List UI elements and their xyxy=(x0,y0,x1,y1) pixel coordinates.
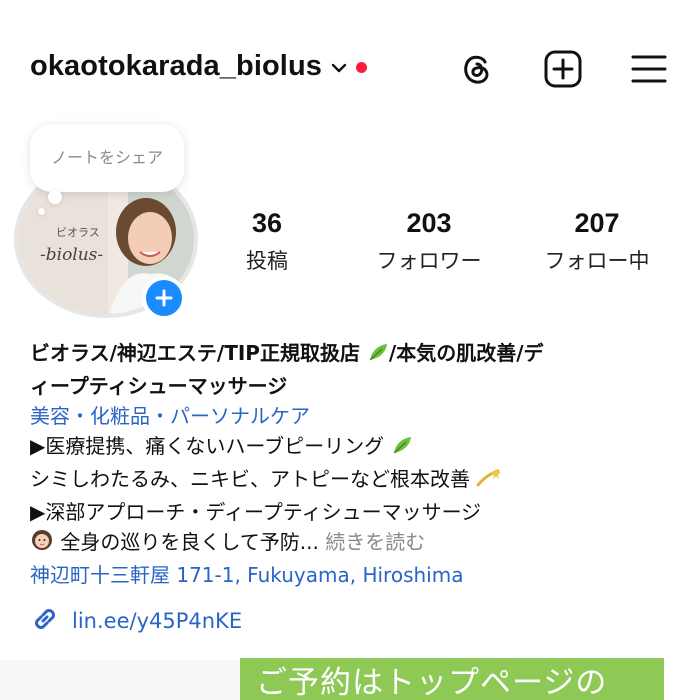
bottom-strip xyxy=(0,660,240,700)
note-bubble-tail-small xyxy=(38,208,45,215)
plus-icon xyxy=(155,289,173,307)
profile-name-line-2: ィープティシューマッサージ xyxy=(30,374,288,398)
category-label: 美容・化粧品・パーソナルケア xyxy=(30,404,310,428)
bio-line-1: ▶医療提携、痛くないハーブピーリング xyxy=(30,431,680,464)
website-link[interactable]: lin.ee/y45P4nKE xyxy=(30,604,242,638)
bio-line-4-text: 全身の巡りを良くして予防... xyxy=(60,530,319,554)
bio-line-4: 全身の巡りを良くして予防... 続きを読む xyxy=(30,527,680,560)
profile-screen: okaotokarada_biolus ビオラス -biolus- ノートをシェ… xyxy=(0,0,700,700)
profile-header: okaotokarada_biolus xyxy=(0,38,700,104)
read-more-link[interactable]: 続きを読む xyxy=(325,530,425,554)
bio-line-2: シミしわたるみ、ニキビ、アトピーなど根本改善 xyxy=(30,464,680,497)
chevron-down-icon xyxy=(331,59,347,78)
herb-icon xyxy=(391,434,413,464)
note-bubble[interactable]: ノートをシェア xyxy=(30,124,184,192)
link-icon xyxy=(30,604,60,638)
woman-emoji-icon xyxy=(30,528,54,560)
create-icon[interactable] xyxy=(540,46,586,92)
menu-icon[interactable] xyxy=(626,46,672,92)
followers-label: フォロワー xyxy=(376,249,482,273)
following-value: 207 xyxy=(574,208,620,238)
profile-name-part-1: ビオラス/神辺エステ/TIP正規取扱店 xyxy=(30,341,360,365)
banner-text: ご予約はトップページの xyxy=(256,664,608,700)
note-text: ノートをシェア xyxy=(50,148,163,167)
threads-icon[interactable] xyxy=(454,46,500,92)
username: okaotokarada_biolus xyxy=(30,50,322,82)
followers-value: 203 xyxy=(406,208,452,238)
website-url: lin.ee/y45P4nKE xyxy=(72,609,243,633)
herb-icon xyxy=(367,341,389,371)
sign-text-2: -biolus- xyxy=(40,245,103,265)
notification-dot xyxy=(356,62,367,73)
bio-line-3: ▶深部アプローチ・ディープティシューマッサージ xyxy=(30,500,482,524)
following-label: フォロー中 xyxy=(544,249,650,273)
sign-text-1: ビオラス xyxy=(56,226,100,239)
highlight-banner[interactable]: ご予約はトップページの xyxy=(240,658,664,700)
bio: ビオラス/神辺エステ/TIP正規取扱店 /本気の肌改善/デ ィープティシューマッ… xyxy=(30,338,680,590)
address-link[interactable]: 神辺町十三軒屋 171-1, Fukuyama, Hiroshima xyxy=(30,560,680,590)
profile-name-line-1: ビオラス/神辺エステ/TIP正規取扱店 /本気の肌改善/デ xyxy=(30,338,680,371)
bio-line-1-text: ▶医療提携、痛くないハーブピーリング xyxy=(30,434,385,458)
profile-name-part-2: /本気の肌改善/デ xyxy=(388,341,544,365)
dizzy-star-icon xyxy=(476,467,502,497)
account-switcher[interactable]: okaotokarada_biolus xyxy=(30,50,367,83)
following-count[interactable]: 207 フォロー中 xyxy=(532,208,662,275)
posts-label: 投稿 xyxy=(246,249,288,273)
followers-count[interactable]: 203 フォロワー xyxy=(364,208,494,275)
bio-line-2-text: シミしわたるみ、ニキビ、アトピーなど根本改善 xyxy=(30,467,470,491)
add-story-button[interactable] xyxy=(142,276,186,320)
note-bubble-tail xyxy=(48,190,62,204)
posts-count[interactable]: 36 投稿 xyxy=(232,208,302,275)
posts-value: 36 xyxy=(251,208,283,238)
